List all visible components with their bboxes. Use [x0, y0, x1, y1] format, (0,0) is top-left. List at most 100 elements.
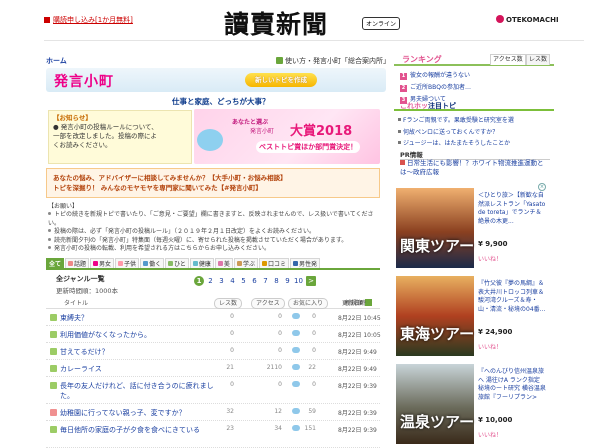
sort-res-button[interactable]: レス数	[214, 298, 243, 309]
banner-line-2: 発言小町	[250, 128, 275, 135]
tab-category[interactable]: 口コミ	[258, 258, 289, 268]
info-icon	[276, 57, 283, 64]
ranking-item[interactable]: 1 彼女の報酬が違うない	[400, 70, 550, 82]
page-link[interactable]: 3	[216, 277, 227, 285]
page-link[interactable]: 8	[271, 277, 282, 285]
ad-card[interactable]: 温泉ツアー 『へのんびり信州温泉旅へ 湯往けA ランク指定 秘境のート研究 横谷温…	[396, 364, 548, 444]
pr-link-text: 日常生活にも影響！？ホワイト物流推進運動とは〜政府広報	[400, 159, 544, 176]
access-count: 0	[278, 313, 282, 320]
page-tagline[interactable]: 仕事と家庭、どっちが大事？	[172, 96, 270, 107]
category-icon	[192, 261, 198, 266]
online-badge: オンライン	[362, 17, 401, 30]
howto-label: 使い方・発言小町「総合案内所」	[285, 57, 390, 65]
like-button[interactable]: いいね！	[478, 254, 502, 263]
next-page-button[interactable]: >	[306, 276, 316, 286]
notice-box: 【お知らせ】 ● 発言小町の投稿ルールについて、 一部を改定しました。投稿の際に…	[48, 110, 192, 164]
updated-date: 8月22日 9:49	[338, 366, 377, 373]
tab-res-count[interactable]: レス数	[526, 54, 551, 65]
fav-icon	[292, 408, 300, 414]
tab-category[interactable]: 美	[214, 258, 233, 268]
page-link[interactable]: 6	[249, 277, 260, 285]
fav-count: 0	[312, 347, 316, 354]
res-count: 0	[230, 330, 234, 337]
hatsugen-logo-a: 発言	[54, 74, 84, 90]
page-link[interactable]: 2	[205, 277, 216, 285]
topic-icon	[50, 314, 57, 321]
banner-line-1: あなたと選ぶ	[232, 119, 269, 126]
res-count: 23	[226, 425, 234, 432]
request-text: 読売新聞夕刊の「発言小町」特集面（毎週火曜）に、寄せられた投稿を掲載させていただ…	[54, 236, 348, 244]
consult-link-1[interactable]: あなたの悩み、アドバイザーに相談してみませんか？【大手小町・お悩み相談】	[53, 173, 373, 183]
rank-number-icon: 2	[400, 85, 407, 92]
tab-category[interactable]: 健康	[189, 258, 214, 268]
featured-title-c: 注目トピ	[428, 102, 456, 110]
topic-title-link[interactable]: カレーライス	[60, 364, 226, 374]
howto-link[interactable]: 使い方・発言小町「総合案内所」	[276, 56, 390, 66]
tab-category-label: 子供	[124, 261, 137, 268]
subscribe-link[interactable]: 購読申し込み[1か月無料]	[44, 15, 133, 25]
tab-category[interactable]: 男女	[90, 258, 115, 268]
award-banner[interactable]: あなたと選ぶ 発言小町 大賞2018 ベストトピ賞ほか部門賞決定！	[194, 109, 380, 164]
hatsugen-logo[interactable]: 発言小町	[54, 71, 114, 91]
topic-title-link[interactable]: 束縛夫？	[60, 313, 226, 323]
tab-category[interactable]: 学ぶ	[233, 258, 258, 268]
tab-access-count[interactable]: アクセス数	[490, 54, 526, 65]
request-text[interactable]: 投稿の際は、必ず「発言小町の投稿ルール」（２０１９年２月１日改定）をよくお読みく…	[54, 228, 315, 235]
ad-text[interactable]: ＜ひとり旅＞【新歓な自然派レストラン「Yasato de toreta」でランチ…	[478, 192, 546, 226]
notice-line-3[interactable]: くお読みください。	[53, 141, 187, 150]
topic-title-link[interactable]: 幼稚園に行ってない親っ子、変ですか？	[60, 408, 226, 418]
otekomachi-brand[interactable]: OTEKOMACHI	[496, 15, 559, 24]
res-count: 32	[226, 408, 234, 415]
notice-line-2[interactable]: 一部を改定しました。投稿の際によ	[53, 132, 187, 141]
request-text[interactable]: 発言小町の投稿の転載、利用を希望される方はこちらからお申し込みください。	[54, 245, 270, 252]
breadcrumb-home[interactable]: ホーム	[46, 56, 67, 66]
tab-category[interactable]: 子供	[115, 258, 140, 268]
fav-icon	[292, 330, 300, 336]
res-count: 0	[230, 347, 234, 354]
page-link[interactable]: 9	[282, 277, 293, 285]
bullet-icon	[48, 212, 51, 216]
ranking-item[interactable]: 2 ご近所BBQの参加者…	[400, 82, 550, 94]
updated-date: 8月22日 9:39	[338, 383, 377, 390]
featured-item[interactable]: Fランご両親です。果敢受験と研究室を選	[398, 115, 550, 127]
bullet-icon	[398, 129, 401, 133]
topic-title-link[interactable]: 毎日他所の家庭の子が夕食を食べにきている	[60, 425, 226, 435]
featured-item[interactable]: 何故ペンロに送っておくんですか？	[398, 127, 550, 139]
tab-category[interactable]: ひと	[165, 258, 189, 268]
topic-icon	[50, 331, 57, 338]
ad-card[interactable]: 関東ツアー ＜ひとり旅＞【新歓な自然派レストラン「Yasato de toreta…	[396, 188, 548, 268]
consult-link-2[interactable]: トピを深掘り！ みんなのモヤモヤを専門家に聞いてみた【#発言小町】	[53, 183, 373, 193]
sort-access-button[interactable]: アクセス	[251, 298, 285, 309]
topic-title-link[interactable]: 甘えてるだけ？	[60, 347, 226, 357]
brand-mark-icon	[496, 15, 504, 23]
notice-line-1[interactable]: ● 発言小町の投稿ルールについて、	[53, 123, 187, 132]
ad-card[interactable]: 東海ツアー 『竹父彼『夢の馬綱』＆表大井川トロッコ列車＆駿河湾クルーズ＆寿・山・清…	[396, 276, 548, 356]
like-button[interactable]: いいね！	[478, 342, 502, 351]
topic-title-link[interactable]: 長年の友人だけれど、話に付き合うのに疲れました。	[60, 381, 226, 401]
tab-category[interactable]: 話題	[65, 258, 90, 268]
ad-text[interactable]: 『竹父彼『夢の馬綱』＆表大井川トロッコ列車＆駿河湾クルーズ＆寿・山・清流・秘境の…	[478, 280, 546, 314]
featured-item[interactable]: ジュージーは、はたまたそうしたことか	[398, 138, 550, 150]
page-link[interactable]: 7	[260, 277, 271, 285]
like-button[interactable]: いいね！	[478, 430, 502, 439]
sort-fav-button[interactable]: お気に入り	[288, 298, 329, 309]
page-link[interactable]: 10	[293, 277, 304, 285]
ad-text[interactable]: 『へのんびり信州温泉旅へ 湯往けA ランク指定 秘境のート研究 横谷温泉旅館『フ…	[478, 368, 546, 402]
topic-icon	[50, 348, 57, 355]
page-link[interactable]: 5	[238, 277, 249, 285]
tab-category[interactable]: 働く	[140, 258, 165, 268]
bullet-icon	[48, 229, 51, 233]
fav-count: 0	[312, 381, 316, 388]
page-link[interactable]: 4	[227, 277, 238, 285]
topic-title-link[interactable]: 利用価値がなくなったから。	[60, 330, 226, 340]
pr-link[interactable]: 日常生活にも影響！？ホワイト物流推進運動とは〜政府広報	[400, 159, 550, 177]
subscribe-link-label: 購読申し込み[1か月無料]	[53, 16, 133, 24]
category-icon	[143, 261, 149, 266]
new-topic-button[interactable]: 新しいトピを作成	[245, 73, 317, 87]
tab-category[interactable]: 男性発	[289, 258, 320, 268]
tab-category[interactable]: 全て	[46, 258, 65, 268]
mascot-icon	[197, 129, 223, 151]
category-icon	[93, 261, 99, 266]
site-logo[interactable]: 讀賣新聞	[224, 5, 328, 41]
category-icon	[68, 261, 74, 266]
